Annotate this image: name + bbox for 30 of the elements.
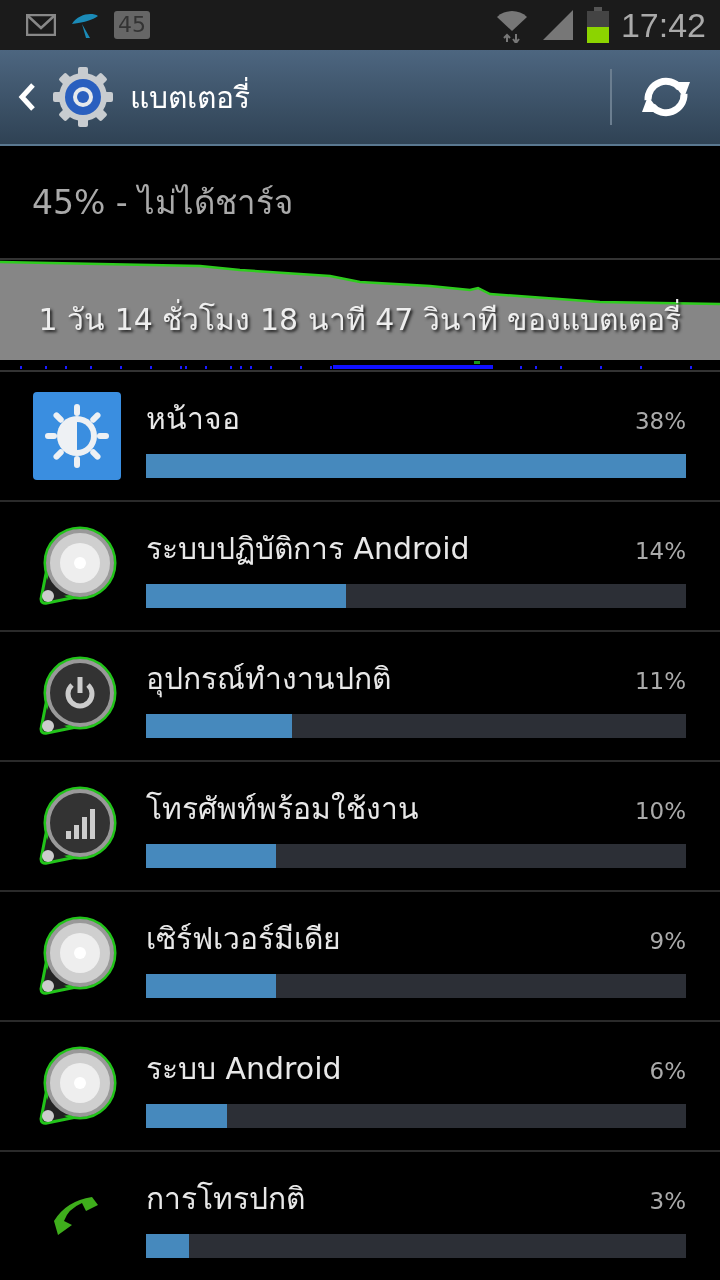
clock: 17:42 — [620, 5, 706, 45]
usage-row[interactable]: การโทรปกติ 3% — [0, 1152, 720, 1280]
usage-percent: 10% — [634, 797, 686, 824]
mail-icon — [26, 14, 56, 36]
screen-title: แบตเตอรี่ — [130, 76, 250, 117]
usage-percent: 11% — [634, 667, 686, 694]
app-name: หน้าจอ — [146, 399, 240, 438]
app-name: อุปกรณ์ทำงานปกติ — [146, 659, 391, 700]
settings-icon — [52, 66, 114, 128]
app-name: โทรศัพท์พร้อมใช้งาน — [146, 789, 419, 828]
usage-row[interactable]: ระบบ Android 6% — [0, 1022, 720, 1152]
usage-row[interactable]: เซิร์ฟเวอร์มีเดีย 9% — [0, 892, 720, 1022]
usage-percent: 38% — [634, 407, 686, 434]
usage-row[interactable]: หน้าจอ 38% — [0, 372, 720, 502]
usage-row[interactable]: โทรศัพท์พร้อมใช้งาน 10% — [0, 762, 720, 892]
back-button[interactable] — [18, 82, 36, 112]
usage-row[interactable]: อุปกรณ์ทำงานปกติ 11% — [0, 632, 720, 762]
app-name: การโทรปกติ — [146, 1179, 305, 1218]
usage-row[interactable]: ระบบปฏิบัติการ Android 14% — [0, 502, 720, 632]
usage-percent: 3% — [649, 1187, 686, 1214]
brightness-icon — [33, 392, 121, 480]
battery-duration: 1 วัน 14 ชั่วโมง 18 นาที 47 วินาที ของแบตเตอรี่ — [0, 296, 720, 343]
app-name: ระบบ Android — [146, 1049, 342, 1088]
battery-icon — [586, 7, 609, 43]
usage-percent: 6% — [649, 1057, 686, 1084]
app-name: ระบบปฏิบัติการ Android — [146, 529, 470, 568]
usage-percent: 14% — [634, 537, 686, 564]
usage-percent: 9% — [649, 927, 686, 954]
battery-status: 45% - ไม่ได้ชาร์จ — [0, 146, 720, 260]
app-name: เซิร์ฟเวอร์มีเดีย — [146, 919, 341, 958]
